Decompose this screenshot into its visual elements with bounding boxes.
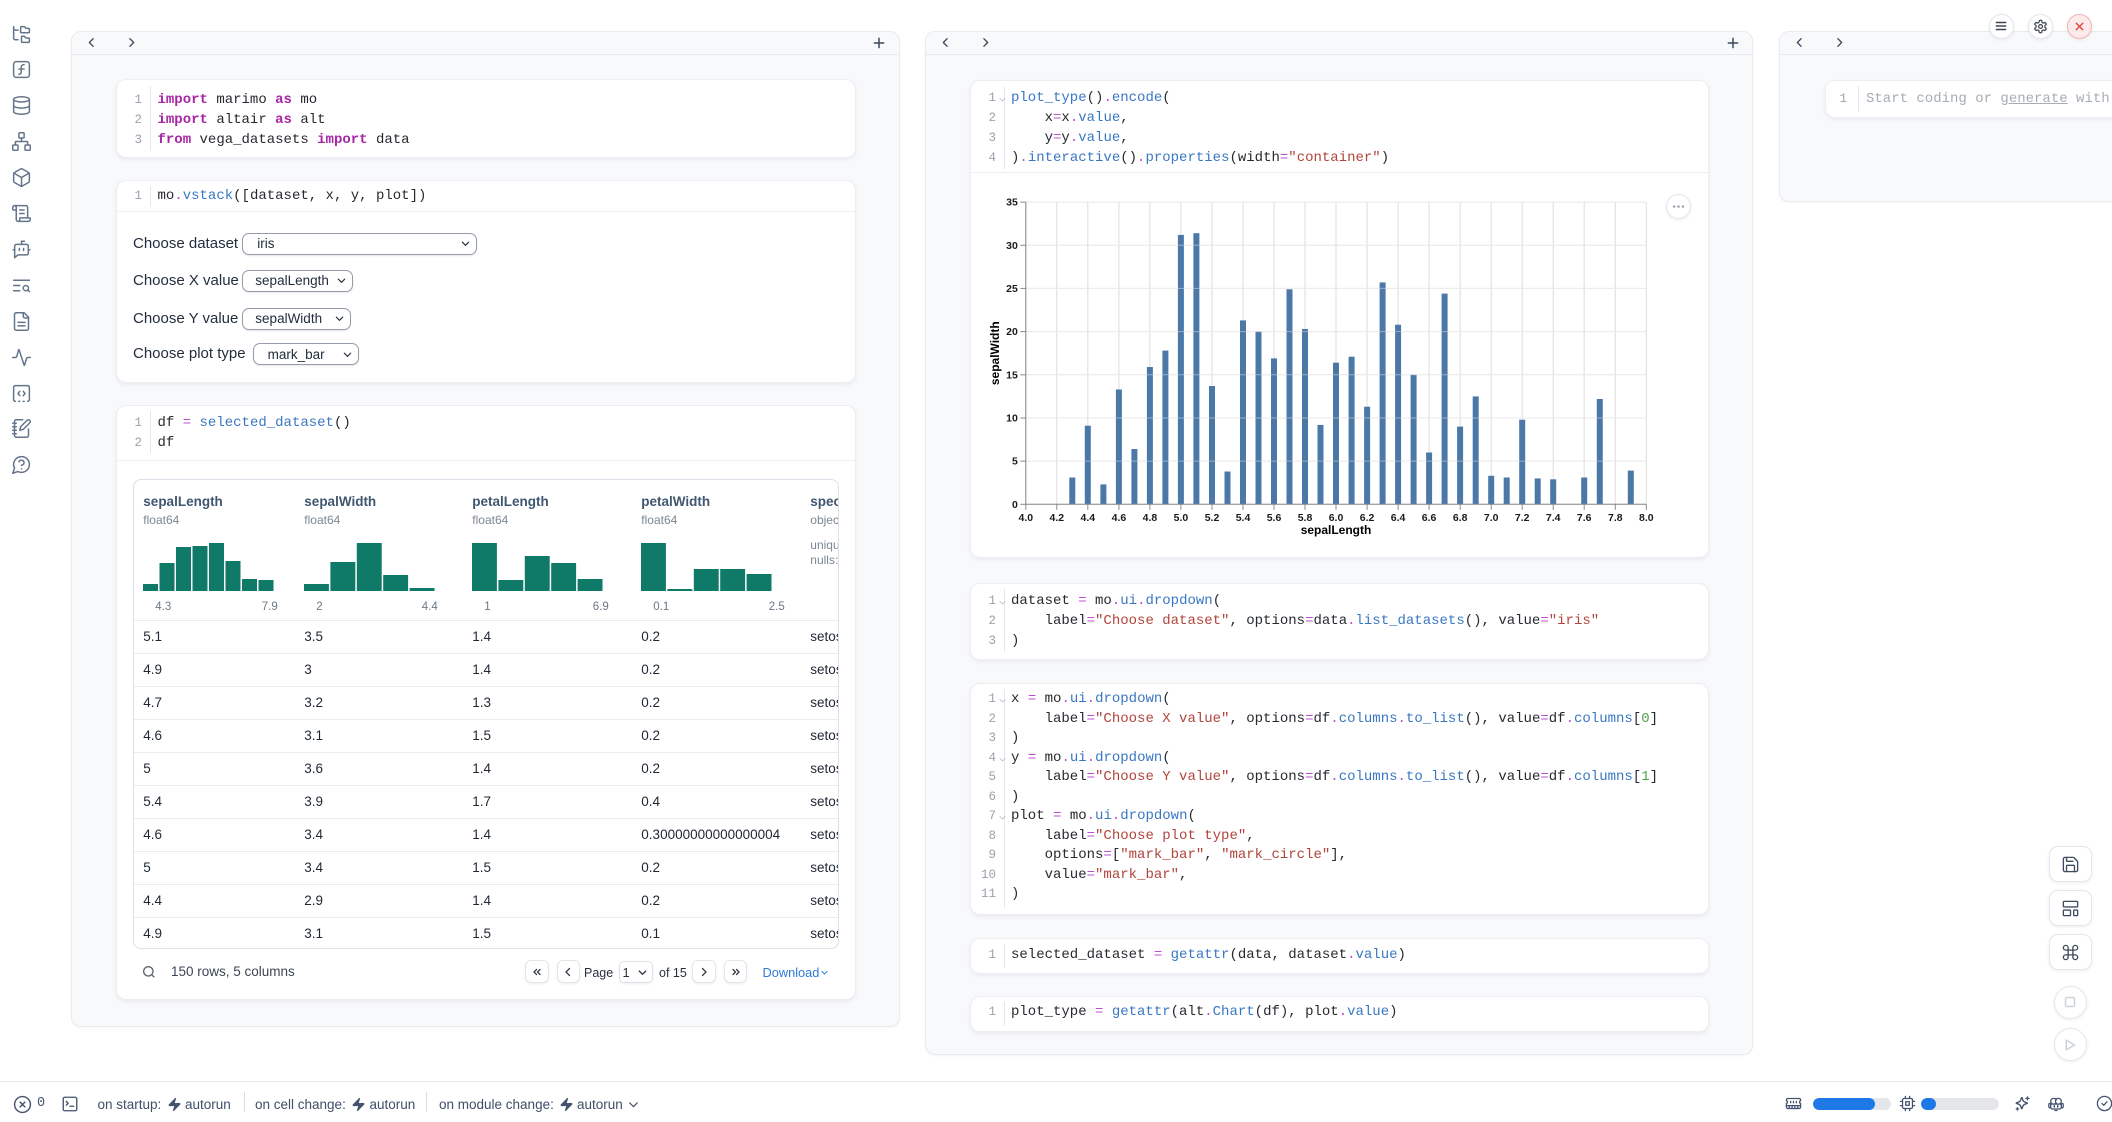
svg-text:6.4: 6.4: [1390, 513, 1405, 524]
svg-text:10: 10: [1006, 413, 1018, 424]
svg-text:5.6: 5.6: [1266, 513, 1281, 524]
svg-text:4.0: 4.0: [1018, 513, 1033, 524]
svg-text:20: 20: [1006, 327, 1018, 338]
svg-text:0: 0: [1012, 500, 1018, 511]
svg-text:7.0: 7.0: [1484, 513, 1499, 524]
svg-text:4.4: 4.4: [1080, 513, 1095, 524]
svg-text:sepalLength: sepalLength: [1300, 523, 1371, 537]
svg-text:sepalWidth: sepalWidth: [987, 321, 1001, 385]
svg-text:5.2: 5.2: [1204, 513, 1219, 524]
svg-text:30: 30: [1006, 241, 1018, 252]
svg-text:4.2: 4.2: [1049, 513, 1064, 524]
svg-text:4.6: 4.6: [1111, 513, 1126, 524]
svg-text:6.6: 6.6: [1421, 513, 1436, 524]
svg-text:7.6: 7.6: [1577, 513, 1592, 524]
svg-text:6.8: 6.8: [1453, 513, 1468, 524]
svg-text:8.0: 8.0: [1639, 513, 1654, 524]
svg-text:5.4: 5.4: [1235, 513, 1250, 524]
svg-text:4.8: 4.8: [1142, 513, 1157, 524]
svg-text:15: 15: [1006, 370, 1018, 381]
svg-text:5: 5: [1012, 457, 1018, 468]
svg-text:5.0: 5.0: [1173, 513, 1188, 524]
svg-text:7.2: 7.2: [1515, 513, 1530, 524]
svg-text:7.8: 7.8: [1608, 513, 1623, 524]
svg-text:7.4: 7.4: [1546, 513, 1561, 524]
svg-text:25: 25: [1006, 284, 1018, 295]
svg-text:35: 35: [1006, 198, 1018, 209]
